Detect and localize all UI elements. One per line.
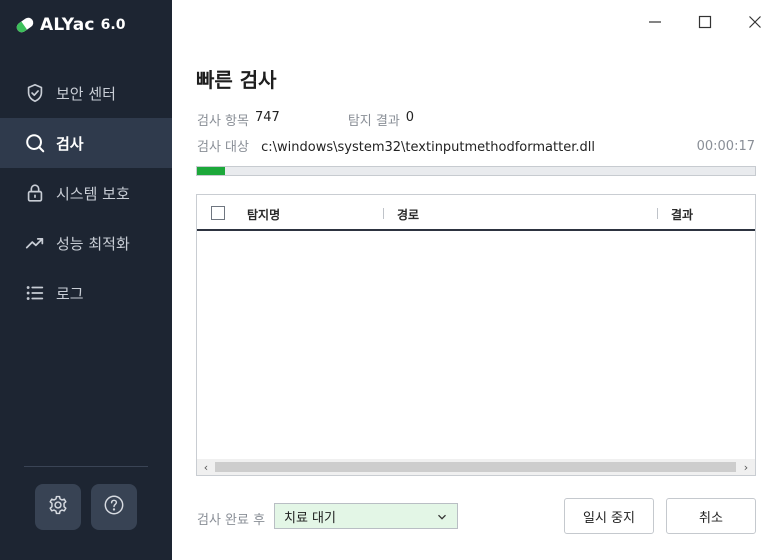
scan-summary: 검사 항목 747 탐지 결과 0: [197, 110, 414, 129]
page-title: 빠른 검사: [196, 68, 277, 92]
scroll-left-icon[interactable]: ‹: [198, 459, 214, 475]
sidebar-item-label: 로그: [56, 284, 84, 303]
minimize-button[interactable]: [640, 10, 670, 36]
items-count: 747: [254, 110, 280, 125]
search-icon: [24, 132, 46, 154]
alyac-logo-icon: [14, 15, 36, 35]
shield-icon: [24, 82, 46, 104]
sidebar-item-security-center[interactable]: 보안 센터: [0, 68, 172, 118]
scan-progress-bar: [196, 166, 756, 176]
settings-button[interactable]: [35, 484, 81, 530]
select-all-checkbox[interactable]: [211, 206, 225, 220]
detection-table: 탐지명 경로 결과 ‹ ›: [196, 194, 756, 476]
scroll-right-icon[interactable]: ›: [738, 459, 754, 475]
column-divider[interactable]: [657, 208, 658, 219]
after-scan-label: 검사 완료 후: [197, 513, 266, 528]
detected-count: 0: [405, 110, 415, 125]
elapsed-time: 00:00:17: [696, 139, 755, 154]
sidebar-item-performance[interactable]: 성능 최적화: [0, 218, 172, 268]
list-icon: [24, 282, 46, 304]
lock-icon: [24, 182, 46, 204]
column-header-path[interactable]: 경로: [397, 206, 419, 223]
sidebar-item-label: 시스템 보호: [56, 184, 130, 203]
sidebar-item-scan[interactable]: 검사: [0, 118, 172, 168]
column-divider[interactable]: [383, 208, 384, 219]
after-scan-select[interactable]: 치료 대기: [274, 503, 458, 529]
chevron-down-icon: [437, 511, 447, 521]
trend-up-icon: [24, 232, 46, 254]
help-icon: [103, 494, 125, 520]
scan-target: 검사 대상 c:\windows\system32\textinputmetho…: [197, 136, 595, 155]
maximize-icon: [698, 14, 712, 33]
sidebar-item-log[interactable]: 로그: [0, 268, 172, 318]
target-label: 검사 대상: [197, 140, 249, 155]
target-path: c:\windows\system32\textinputmethodforma…: [261, 140, 595, 155]
scan-progress-fill: [197, 167, 225, 175]
horizontal-scrollbar[interactable]: ‹ ›: [197, 459, 755, 475]
app-name: ALYac: [40, 15, 95, 35]
maximize-button[interactable]: [690, 10, 720, 36]
detected-label: 탐지 결과: [347, 114, 400, 129]
close-icon: [748, 14, 762, 33]
sidebar-item-label: 검사: [56, 134, 84, 153]
sidebar-item-label: 성능 최적화: [56, 234, 130, 253]
sidebar-item-system-protection[interactable]: 시스템 보호: [0, 168, 172, 218]
gear-icon: [47, 494, 69, 520]
sidebar-nav: 보안 센터 검사 시스템 보호 성능 최적화 로그: [0, 68, 172, 318]
app-brand: ALYac 6.0: [14, 14, 126, 36]
items-label: 검사 항목: [197, 114, 249, 129]
cancel-button[interactable]: 취소: [666, 498, 756, 534]
table-header: 탐지명 경로 결과: [197, 195, 755, 231]
app-version: 6.0: [100, 17, 126, 33]
sidebar-item-label: 보안 센터: [56, 84, 116, 103]
after-scan-value: 치료 대기: [284, 510, 336, 526]
pause-button[interactable]: 일시 중지: [564, 498, 654, 534]
help-button[interactable]: [91, 484, 137, 530]
minimize-icon: [648, 14, 662, 33]
column-header-result[interactable]: 결과: [671, 206, 693, 223]
sidebar: ALYac 6.0 보안 센터 검사 시스템 보호 성능 최적화 로그: [0, 0, 172, 560]
scrollbar-thumb[interactable]: [215, 462, 736, 472]
column-header-name[interactable]: 탐지명: [247, 206, 280, 223]
close-button[interactable]: [740, 10, 770, 36]
sidebar-divider: [24, 466, 148, 467]
